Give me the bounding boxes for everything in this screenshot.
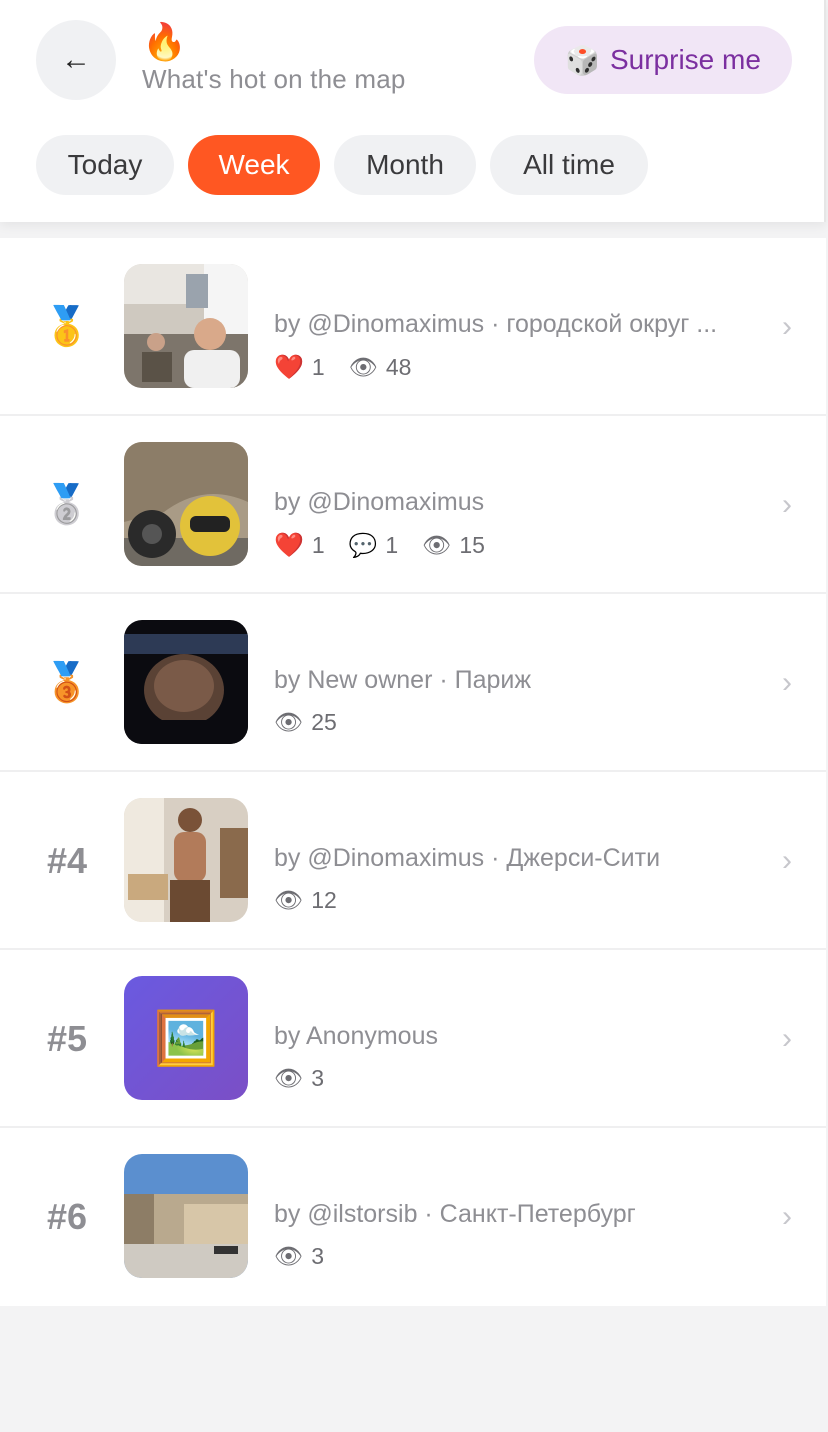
tab-week[interactable]: Week: [188, 135, 320, 195]
item-info: by @ilstorsib · Санкт-Петербург 👁 3: [274, 1200, 744, 1270]
views-stat: 👁 15: [422, 532, 485, 559]
chevron-right-icon: ›: [782, 666, 792, 699]
list-item[interactable]: 🥇 by @Dinomaximus · городской округ ... …: [0, 238, 826, 416]
rank: #6: [34, 1128, 100, 1306]
photo-thumbnail: [124, 620, 248, 744]
views-count: 48: [385, 354, 412, 380]
views-stat: 👁 48: [349, 354, 412, 381]
views-stat: 👁 3: [274, 1065, 324, 1092]
silver-medal-icon: 🥈: [43, 484, 91, 526]
hot-list: 🥇 by @Dinomaximus · городской округ ... …: [0, 238, 826, 1306]
item-stats: 👁 12: [274, 887, 744, 914]
likes-count: 1: [311, 354, 325, 380]
arrow-left-icon: ←: [61, 43, 91, 76]
item-info: by Anonymous 👁 3: [274, 1022, 744, 1092]
views-count: 12: [311, 887, 337, 913]
item-stats: 👁 3: [274, 1065, 744, 1092]
back-button[interactable]: ←: [36, 20, 116, 100]
item-meta: by @Dinomaximus · городской округ ...: [274, 310, 718, 338]
photo-thumbnail: [124, 1154, 248, 1278]
item-info: by @Dinomaximus ❤️ 1 💬 1 👁 15: [274, 488, 744, 560]
rank: 🥉: [34, 594, 100, 772]
comments-stat: 💬 1: [349, 532, 398, 559]
likes-stat: ❤️ 1: [274, 531, 325, 560]
chevron-right-icon: ›: [782, 488, 792, 521]
item-meta: by Anonymous: [274, 1022, 438, 1050]
title-block: 🔥 What's hot on the map: [142, 22, 406, 95]
surprise-me-button[interactable]: 🎲 Surprise me: [534, 26, 792, 94]
period-tabs: Today Week Month All time: [36, 135, 648, 195]
eye-icon: 👁: [274, 1065, 304, 1091]
list-item[interactable]: 🥉 by New owner · Париж 👁 25 ›: [0, 594, 826, 772]
rank: #5: [34, 950, 100, 1128]
bronze-medal-icon: 🥉: [43, 662, 91, 704]
rank-number: #5: [46, 1018, 88, 1059]
views-count: 3: [311, 1243, 324, 1269]
tab-label: All time: [523, 149, 615, 180]
list-item[interactable]: #6 by @ilstorsib · Санкт-Петербург 👁 3 ›: [0, 1128, 826, 1306]
rank-number: #6: [46, 1196, 88, 1237]
likes-stat: ❤️ 1: [274, 353, 325, 382]
rank: 🥈: [34, 416, 100, 594]
rank-number: #4: [46, 840, 88, 881]
item-stats: 👁 25: [274, 709, 744, 736]
heart-icon: ❤️: [274, 354, 304, 381]
empty-area: [0, 1306, 828, 1432]
views-count: 3: [311, 1065, 324, 1091]
tab-month[interactable]: Month: [334, 135, 476, 195]
rank: 🥇: [34, 238, 100, 416]
page-subtitle: What's hot on the map: [142, 64, 406, 94]
views-stat: 👁 3: [274, 1243, 324, 1270]
eye-icon: 👁: [274, 1243, 304, 1269]
views-stat: 👁 12: [274, 887, 337, 914]
item-info: by @Dinomaximus · городской округ ... ❤️…: [274, 310, 744, 382]
item-stats: 👁 3: [274, 1243, 744, 1270]
likes-count: 1: [311, 532, 325, 558]
rank: #4: [34, 772, 100, 950]
list-item[interactable]: 🥈 by @Dinomaximus ❤️ 1 💬 1 👁 15 ›: [0, 416, 826, 594]
item-meta: by @Dinomaximus: [274, 488, 485, 516]
heart-icon: ❤️: [274, 532, 304, 559]
item-info: by @Dinomaximus · Джерси-Сити 👁 12: [274, 844, 744, 914]
eye-icon: 👁: [348, 354, 378, 380]
views-count: 25: [311, 709, 337, 735]
chevron-right-icon: ›: [782, 844, 792, 877]
tab-label: Month: [366, 149, 444, 180]
tab-all-time[interactable]: All time: [490, 135, 648, 195]
picture-icon: 🖼️: [153, 1009, 219, 1068]
chevron-right-icon: ›: [782, 1200, 792, 1233]
gold-medal-icon: 🥇: [43, 306, 91, 348]
item-meta: by @ilstorsib · Санкт-Петербург: [274, 1200, 636, 1228]
fire-icon: 🔥: [142, 21, 187, 62]
list-item[interactable]: #4 by @Dinomaximus · Джерси-Сити 👁 12 ›: [0, 772, 826, 950]
list-item[interactable]: #5 🖼️ by Anonymous 👁 3 ›: [0, 950, 826, 1128]
header: ← 🔥 What's hot on the map 🎲 Surprise me …: [0, 0, 826, 222]
photo-thumbnail: [124, 264, 248, 388]
views-stat: 👁 25: [274, 709, 337, 736]
chevron-right-icon: ›: [782, 310, 792, 343]
eye-icon: 👁: [274, 709, 304, 735]
item-stats: ❤️ 1 👁 48: [274, 353, 744, 382]
dice-icon: 🎲: [565, 44, 600, 76]
item-info: by New owner · Париж 👁 25: [274, 666, 744, 736]
eye-icon: 👁: [422, 532, 452, 558]
photo-thumbnail: [124, 798, 248, 922]
views-count: 15: [459, 532, 485, 558]
surprise-me-label: Surprise me: [609, 44, 761, 75]
photo-thumbnail: [124, 442, 248, 566]
item-meta: by New owner · Париж: [274, 666, 532, 694]
tab-label: Today: [67, 149, 143, 180]
tab-label: Week: [218, 149, 290, 180]
eye-icon: 👁: [274, 887, 304, 913]
comments-count: 1: [385, 532, 399, 558]
tab-today[interactable]: Today: [36, 135, 174, 195]
item-meta: by @Dinomaximus · Джерси-Сити: [274, 844, 661, 872]
comment-icon: 💬: [348, 532, 378, 558]
placeholder-thumbnail: 🖼️: [124, 976, 248, 1100]
item-stats: ❤️ 1 💬 1 👁 15: [274, 531, 744, 560]
chevron-right-icon: ›: [782, 1022, 792, 1055]
